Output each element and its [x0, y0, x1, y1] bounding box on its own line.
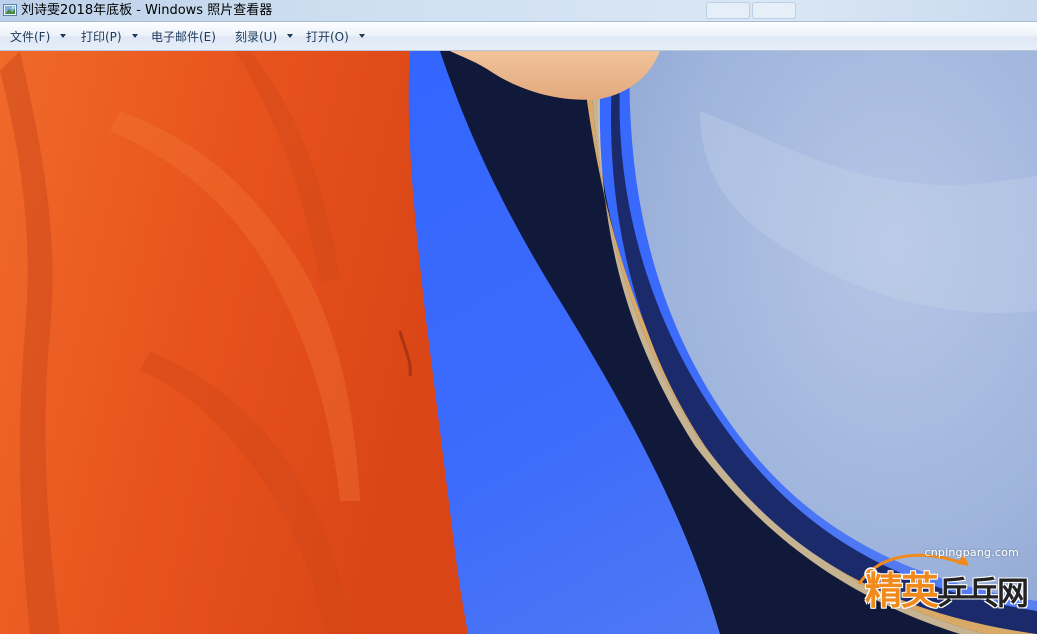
- photo-image: [0, 51, 1037, 634]
- menu-print-label: 打印(P): [81, 29, 122, 44]
- menu-burn[interactable]: 刻录(U): [235, 22, 294, 50]
- minimize-button[interactable]: [706, 2, 750, 19]
- menu-email-label: 电子邮件(E): [151, 29, 216, 44]
- photo-viewer-icon: [3, 4, 17, 16]
- chevron-down-icon: [131, 34, 138, 38]
- menu-file-label: 文件(F): [10, 29, 51, 44]
- chevron-down-icon: [358, 34, 365, 38]
- photo-canvas[interactable]: cnpingpang.com 精英乒乓网: [0, 51, 1037, 634]
- menu-burn-label: 刻录(U): [235, 29, 278, 44]
- menu-bar: 文件(F) 打印(P) 电子邮件(E) 刻录(U) 打开(O): [0, 22, 1037, 51]
- menu-print[interactable]: 打印(P): [81, 22, 138, 50]
- menu-open[interactable]: 打开(O): [306, 22, 365, 50]
- window-title: 刘诗雯2018年底板 - Windows 照片查看器: [21, 3, 273, 18]
- chevron-down-icon: [287, 34, 294, 38]
- title-bar[interactable]: 刘诗雯2018年底板 - Windows 照片查看器: [0, 0, 1037, 22]
- photo-viewer-window: 刘诗雯2018年底板 - Windows 照片查看器 文件(F) 打印(P) 电…: [0, 0, 1037, 634]
- maximize-button[interactable]: [752, 2, 796, 19]
- menu-open-label: 打开(O): [306, 29, 349, 44]
- menu-file[interactable]: 文件(F): [10, 22, 67, 50]
- menu-email[interactable]: 电子邮件(E): [151, 22, 216, 50]
- chevron-down-icon: [60, 34, 67, 38]
